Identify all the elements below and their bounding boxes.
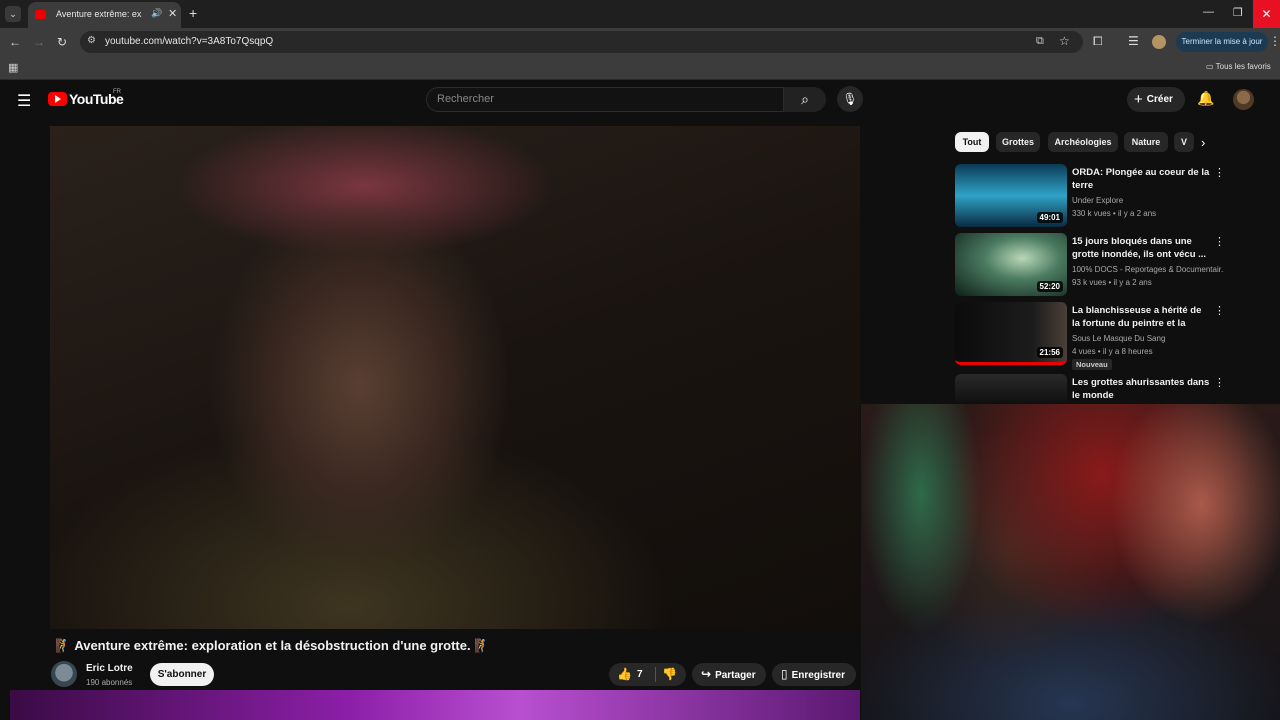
minimize-button[interactable]: — bbox=[1203, 6, 1214, 18]
recommendation-title[interactable]: ORDA: Plongée au coeur de la terre bbox=[1072, 166, 1210, 192]
youtube-header: ☰ YouTube FR ⌕ 🎙 +Créer 🔔 bbox=[0, 80, 1280, 120]
user-avatar[interactable] bbox=[1233, 89, 1254, 110]
new-tab-button[interactable]: + bbox=[189, 5, 197, 21]
extensions-icon[interactable]: ⧠ bbox=[1093, 34, 1103, 49]
video-player[interactable] bbox=[50, 126, 860, 629]
address-toolbar: ← → ↻ ⚙ youtube.com/watch?v=3A8To7QsqpQ … bbox=[0, 28, 1280, 56]
like-dislike-group: 👍 7 👎 bbox=[609, 663, 686, 686]
browser-tab[interactable]: Aventure extrême: explo 🔊 ✕ bbox=[28, 2, 181, 28]
back-icon[interactable]: ← bbox=[9, 35, 21, 49]
recommendation-channel[interactable]: Sous Le Masque Du Sang bbox=[1072, 334, 1224, 343]
subscriber-count: 190 abonnés bbox=[86, 678, 133, 687]
chip-nature[interactable]: Nature bbox=[1124, 132, 1168, 152]
omnibox[interactable]: ⚙ youtube.com/watch?v=3A8To7QsqpQ ⧉ ☆ bbox=[80, 31, 1083, 53]
more-options-icon[interactable]: ⋮ bbox=[1214, 166, 1225, 179]
channel-avatar[interactable] bbox=[51, 661, 77, 687]
video-thumbnail[interactable]: 21:56 bbox=[955, 302, 1067, 365]
chevron-right-icon[interactable]: › bbox=[1201, 135, 1205, 150]
menu-icon[interactable]: ☰ bbox=[17, 91, 31, 111]
region-code: FR bbox=[113, 89, 121, 95]
share-label: Partager bbox=[715, 670, 756, 681]
search-input[interactable] bbox=[427, 88, 783, 110]
tab-title: Aventure extrême: explo bbox=[56, 9, 142, 19]
chip-more[interactable]: V bbox=[1174, 132, 1194, 152]
more-options-icon[interactable]: ⋮ bbox=[1214, 235, 1225, 248]
bookmark-star-icon[interactable]: ☆ bbox=[1059, 34, 1070, 48]
recommendation-meta: 4 vues • il y a 8 heures bbox=[1072, 347, 1153, 356]
close-window-button[interactable]: ✕ bbox=[1253, 0, 1280, 28]
voice-search-button[interactable]: 🎙 bbox=[837, 86, 863, 112]
speaker-icon[interactable]: 🔊 bbox=[151, 8, 162, 19]
recommendation-title[interactable]: 15 jours bloqués dans une grotte inondée… bbox=[1072, 235, 1210, 261]
subscribe-button[interactable]: S'abonner bbox=[150, 663, 214, 686]
like-separator bbox=[655, 667, 656, 682]
apps-grid-icon[interactable]: ▦ bbox=[8, 61, 18, 74]
reading-list-icon[interactable]: ☰ bbox=[1128, 34, 1139, 48]
recommendation-channel[interactable]: Under Explore bbox=[1072, 196, 1224, 205]
bookmark-icon: ▯ bbox=[781, 667, 788, 681]
profile-avatar[interactable] bbox=[1152, 35, 1166, 49]
recommendation-channel[interactable]: 100% DOCS - Reportages & Documentair... bbox=[1072, 265, 1224, 274]
url-text[interactable]: youtube.com/watch?v=3A8To7QsqpQ bbox=[105, 36, 273, 47]
like-icon[interactable]: 👍 bbox=[617, 667, 632, 681]
recommendation-item[interactable]: 49:01 ORDA: Plongée au coeur de la terre… bbox=[955, 164, 1225, 230]
share-icon: ↪ bbox=[701, 667, 712, 681]
search-button[interactable]: ⌕ bbox=[784, 87, 826, 112]
recommendation-meta: 330 k vues • il y a 2 ans bbox=[1072, 209, 1157, 218]
chip-archeologies[interactable]: Archéologies bbox=[1048, 132, 1118, 152]
bookmarks-bar: ▦ ▭ Tous les favoris bbox=[0, 56, 1280, 80]
duration-badge: 21:56 bbox=[1036, 347, 1063, 358]
close-tab-icon[interactable]: ✕ bbox=[168, 7, 177, 20]
video-thumbnail[interactable]: 49:01 bbox=[955, 164, 1067, 227]
restore-button[interactable]: ❐ bbox=[1233, 6, 1243, 19]
reload-icon[interactable]: ↻ bbox=[57, 35, 67, 49]
chip-all[interactable]: Tout bbox=[955, 132, 989, 152]
microphone-icon: 🎙 bbox=[842, 92, 858, 106]
site-info-icon[interactable]: ⚙ bbox=[87, 35, 96, 46]
share-button[interactable]: ↪ Partager bbox=[692, 663, 766, 686]
notifications-bell-icon[interactable]: 🔔 bbox=[1197, 90, 1214, 107]
channel-name[interactable]: Eric Lotre bbox=[86, 663, 133, 674]
recommendation-item[interactable]: 21:56 La blanchisseuse a hérité de la fo… bbox=[955, 302, 1225, 370]
search-box[interactable] bbox=[426, 87, 784, 112]
recommendation-meta: 93 k vues • il y a 2 ans bbox=[1072, 278, 1152, 287]
more-options-icon[interactable]: ⋮ bbox=[1214, 304, 1225, 317]
more-options-icon[interactable]: ⋮ bbox=[1214, 376, 1225, 389]
all-bookmarks-folder[interactable]: ▭ Tous les favoris bbox=[1206, 62, 1271, 71]
below-video-content bbox=[10, 690, 860, 720]
webcam-overlay bbox=[861, 404, 1280, 720]
forward-icon[interactable]: → bbox=[33, 35, 45, 49]
plus-icon: + bbox=[1134, 91, 1143, 108]
create-label: Créer bbox=[1146, 94, 1173, 105]
youtube-favicon bbox=[35, 10, 46, 19]
like-count[interactable]: 7 bbox=[637, 669, 643, 680]
browser-menu-icon[interactable]: ⋮ bbox=[1269, 34, 1280, 48]
tab-search-button[interactable]: ⌄ bbox=[5, 6, 21, 22]
create-button[interactable]: + Créer bbox=[1127, 87, 1185, 112]
bookmarks-folder-label: Tous les favoris bbox=[1215, 62, 1271, 71]
recommendation-title[interactable]: La blanchisseuse a hérité de la fortune … bbox=[1072, 304, 1210, 330]
new-badge: Nouveau bbox=[1072, 359, 1112, 370]
save-label: Enregistrer bbox=[791, 670, 845, 681]
search-icon: ⌕ bbox=[801, 91, 809, 107]
youtube-logo-icon[interactable] bbox=[48, 92, 67, 106]
install-app-icon[interactable]: ⧉ bbox=[1036, 35, 1044, 48]
update-button[interactable]: Terminer la mise à jour bbox=[1176, 32, 1268, 52]
duration-badge: 52:20 bbox=[1036, 281, 1063, 292]
recommendation-title[interactable]: Les grottes ahurissantes dans le monde bbox=[1072, 376, 1210, 402]
dislike-icon[interactable]: 👎 bbox=[662, 667, 677, 681]
duration-badge: 49:01 bbox=[1036, 212, 1063, 223]
chip-grottes[interactable]: Grottes bbox=[996, 132, 1040, 152]
browser-tabbar: ⌄ Aventure extrême: explo 🔊 ✕ + — ❐ ✕ bbox=[0, 0, 1280, 28]
video-thumbnail[interactable] bbox=[955, 374, 1067, 404]
save-button[interactable]: ▯ Enregistrer bbox=[772, 663, 856, 686]
recommendation-item[interactable]: 52:20 15 jours bloqués dans une grotte i… bbox=[955, 233, 1225, 299]
video-title: 🧗 Aventure extrême: exploration et la dé… bbox=[55, 638, 491, 653]
video-thumbnail[interactable]: 52:20 bbox=[955, 233, 1067, 296]
